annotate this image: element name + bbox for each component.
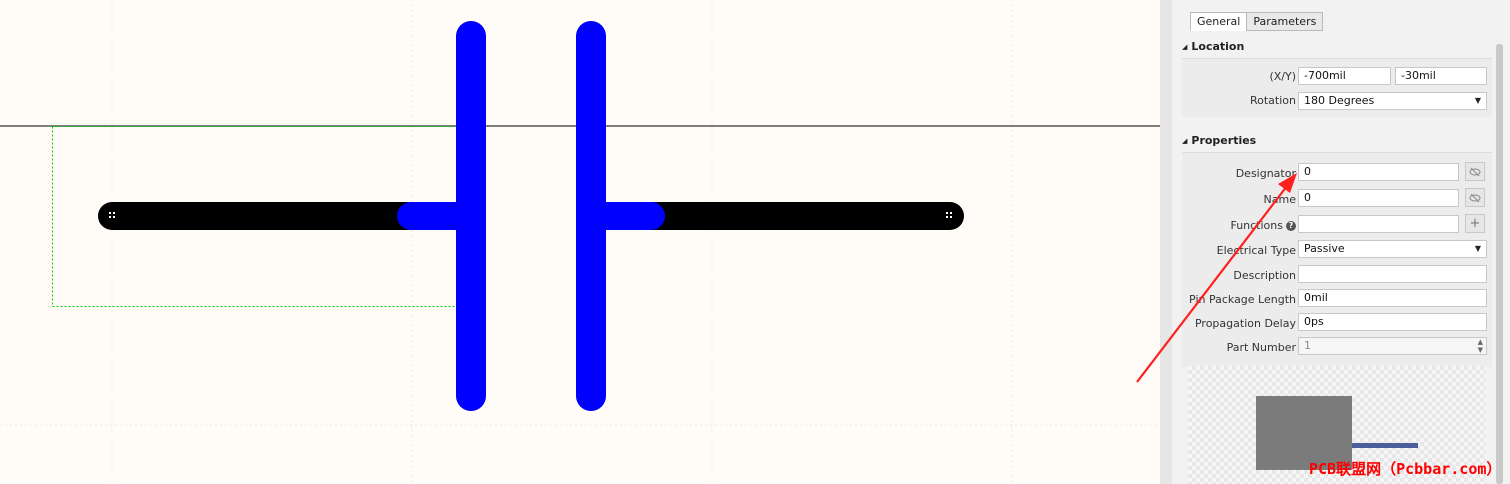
eye-slash-icon <box>1469 193 1481 203</box>
designator-visibility-button[interactable] <box>1465 162 1485 181</box>
propagation-delay-input[interactable]: 0ps <box>1298 313 1487 331</box>
name-label: Name <box>1263 193 1296 206</box>
location-title: Location <box>1191 40 1245 53</box>
functions-input[interactable] <box>1298 215 1459 233</box>
panel-tabs: General Parameters <box>1190 12 1324 31</box>
description-input[interactable] <box>1298 265 1487 283</box>
plus-icon: + <box>1469 216 1481 231</box>
tab-general[interactable]: General <box>1190 12 1248 31</box>
propagation-delay-label: Propagation Delay <box>1194 317 1296 330</box>
part-number-label: Part Number <box>1226 341 1296 354</box>
schematic-drawing[interactable] <box>0 0 1160 484</box>
pin-package-length-input[interactable]: 0mil <box>1298 289 1487 307</box>
schematic-canvas[interactable] <box>0 0 1160 484</box>
location-section: (X/Y) -700mil -30mil Rotation 180 Degree… <box>1182 58 1492 117</box>
electrical-type-select[interactable]: Passive ▼ <box>1298 240 1487 258</box>
x-input[interactable]: -700mil <box>1298 67 1391 85</box>
properties-section-header[interactable]: ◢ Properties <box>1182 134 1256 147</box>
chevron-down-icon: ▼ <box>1474 244 1481 253</box>
question-icon[interactable]: ? <box>1286 221 1296 231</box>
scrollbar-thumb[interactable] <box>1496 44 1503 484</box>
electrical-type-value: Passive <box>1304 242 1345 255</box>
collapse-icon: ◢ <box>1182 137 1188 145</box>
electrical-type-label: Electrical Type <box>1216 244 1296 257</box>
rotation-value: 180 Degrees <box>1304 94 1375 107</box>
add-function-button[interactable]: + <box>1465 214 1485 233</box>
description-label: Description <box>1233 269 1296 282</box>
eye-slash-icon <box>1469 167 1481 177</box>
rotation-select[interactable]: 180 Degrees ▼ <box>1298 92 1487 110</box>
location-section-header[interactable]: ◢ Location <box>1182 40 1244 53</box>
preview-pin-line <box>1352 443 1418 448</box>
name-input[interactable]: 0 <box>1298 189 1459 207</box>
designator-label: Designator <box>1235 167 1296 180</box>
name-visibility-button[interactable] <box>1465 188 1485 207</box>
functions-label: Functions <box>1230 219 1283 232</box>
panel-scrollbar[interactable] <box>1496 44 1503 484</box>
pin-package-length-label: Pin Package Length <box>1189 293 1296 306</box>
xy-label: (X/Y) <box>1269 70 1296 83</box>
properties-title: Properties <box>1191 134 1257 147</box>
part-number-value: 1 <box>1304 339 1311 352</box>
chevron-down-icon: ▼ <box>1474 96 1481 105</box>
y-input[interactable]: -30mil <box>1395 67 1487 85</box>
functions-label-row: Functions? <box>1230 219 1296 232</box>
rotation-label: Rotation <box>1249 94 1296 107</box>
stepper-arrows-icon[interactable]: ▲ ▼ <box>1478 338 1483 354</box>
collapse-icon: ◢ <box>1182 43 1188 51</box>
panel-splitter[interactable] <box>1160 0 1172 484</box>
tab-parameters[interactable]: Parameters <box>1246 12 1324 31</box>
properties-section: Designator 0 Name 0 Functions? + Electri… <box>1182 152 1492 367</box>
designator-input[interactable]: 0 <box>1298 163 1459 181</box>
properties-panel: General Parameters ◢ Location (X/Y) -700m… <box>1172 0 1510 484</box>
part-number-stepper[interactable]: 1 ▲ ▼ <box>1298 337 1487 355</box>
watermark-text: PCB联盟网（Pcbbar.com） <box>1309 460 1502 478</box>
